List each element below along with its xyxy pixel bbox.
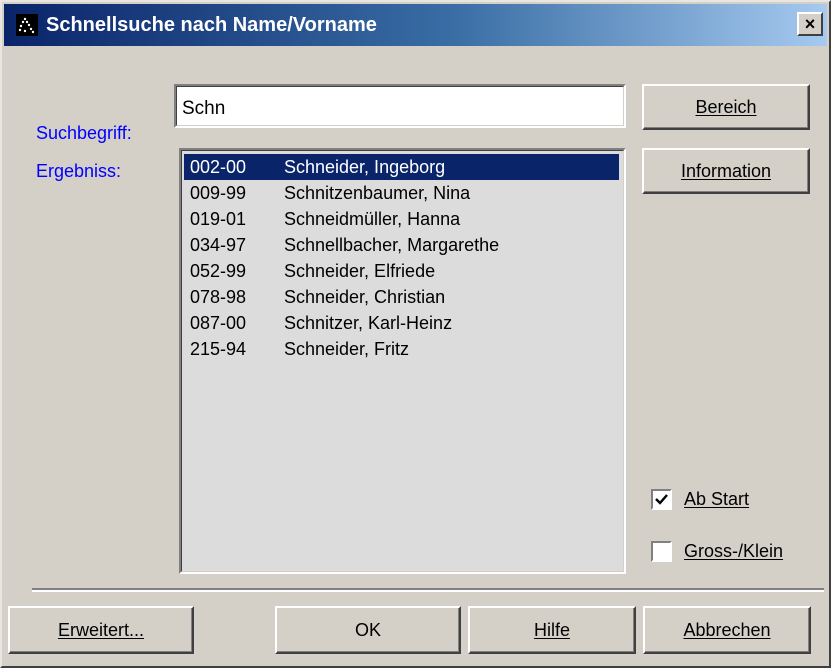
search-dialog: Schnellsuche nach Name/Vorname × Suchbeg… bbox=[0, 0, 831, 668]
search-label: Suchbegriff: bbox=[36, 123, 132, 143]
separator bbox=[32, 588, 824, 592]
list-item-code: 087-00 bbox=[190, 313, 247, 333]
bereich-button[interactable]: Bereich bbox=[642, 84, 810, 130]
close-button[interactable]: × bbox=[797, 12, 823, 36]
list-item[interactable]: 052-99 Schneider, Elfriede bbox=[184, 258, 619, 284]
list-item-code: 009-99 bbox=[190, 183, 247, 203]
information-button[interactable]: Information bbox=[642, 148, 810, 194]
list-item[interactable]: 078-98 Schneider, Christian bbox=[184, 284, 619, 310]
ab-start-option[interactable]: Ab Start bbox=[651, 489, 749, 510]
list-item-code: 034-97 bbox=[190, 235, 247, 255]
dotted-figure-icon bbox=[16, 14, 38, 36]
result-list[interactable]: 002-00 Schneider, Ingeborg 009-99 Schnitzen… bbox=[182, 151, 623, 571]
ab-start-label: Ab Start bbox=[684, 489, 750, 509]
window-title: Schnellsuche nach Name/Vorname bbox=[46, 14, 377, 36]
list-item[interactable]: 009-99 Schnitzenbaumer, Nina bbox=[184, 180, 619, 206]
title-bar[interactable]: Schnellsuche nach Name/Vorname × bbox=[4, 4, 827, 46]
list-item-code: 215-94 bbox=[190, 339, 247, 359]
list-item-code: 002-00 bbox=[190, 157, 247, 177]
ok-button[interactable]: OK bbox=[275, 606, 461, 654]
erweitert-button-label: Erweitert... bbox=[57, 619, 145, 640]
list-item-name: Schneidmüller, Hanna bbox=[284, 209, 461, 229]
list-item-name: Schneider, Ingeborg bbox=[284, 157, 446, 177]
search-input[interactable] bbox=[177, 87, 623, 125]
list-item-code: 078-98 bbox=[190, 287, 247, 307]
list-item-name: Schneider, Fritz bbox=[284, 339, 410, 359]
gross-klein-checkbox[interactable] bbox=[651, 541, 672, 562]
list-item[interactable]: 034-97 Schnellbacher, Margarethe bbox=[184, 232, 619, 258]
ok-button-label: OK bbox=[354, 619, 381, 640]
checkmark-icon bbox=[655, 494, 668, 505]
abbrechen-button[interactable]: Abbrechen bbox=[643, 606, 811, 654]
search-field bbox=[174, 84, 626, 128]
result-label: Ergebniss: bbox=[36, 161, 122, 181]
list-item-name: Schneider, Christian bbox=[284, 287, 446, 307]
list-item-code: 052-99 bbox=[190, 261, 247, 281]
result-listbox[interactable]: 002-00 Schneider, Ingeborg 009-99 Schnitzen… bbox=[179, 148, 626, 574]
list-item-name: Schnitzer, Karl-Heinz bbox=[284, 313, 453, 333]
ab-start-checkbox[interactable] bbox=[651, 489, 672, 510]
gross-klein-label: Gross-/Klein bbox=[684, 541, 784, 561]
hilfe-button-label: Hilfe bbox=[533, 619, 570, 640]
abbrechen-button-label: Abbrechen bbox=[683, 619, 771, 640]
information-button-label: Information bbox=[680, 160, 772, 181]
list-item-name: Schneider, Elfriede bbox=[284, 261, 436, 281]
list-item[interactable]: 087-00 Schnitzer, Karl-Heinz bbox=[184, 310, 619, 336]
bereich-button-label: Bereich bbox=[695, 96, 757, 117]
list-item[interactable]: 002-00 Schneider, Ingeborg bbox=[184, 154, 619, 180]
list-item-name: Schnitzenbaumer, Nina bbox=[284, 183, 471, 203]
list-item[interactable]: 019-01 Schneidmüller, Hanna bbox=[184, 206, 619, 232]
list-item[interactable]: 215-94 Schneider, Fritz bbox=[184, 336, 619, 362]
hilfe-button[interactable]: Hilfe bbox=[468, 606, 636, 654]
list-item-name: Schnellbacher, Margarethe bbox=[284, 235, 500, 255]
erweitert-button[interactable]: Erweitert... bbox=[8, 606, 194, 654]
list-item-code: 019-01 bbox=[190, 209, 247, 229]
close-icon: × bbox=[804, 14, 816, 34]
gross-klein-option[interactable]: Gross-/Klein bbox=[651, 541, 783, 562]
